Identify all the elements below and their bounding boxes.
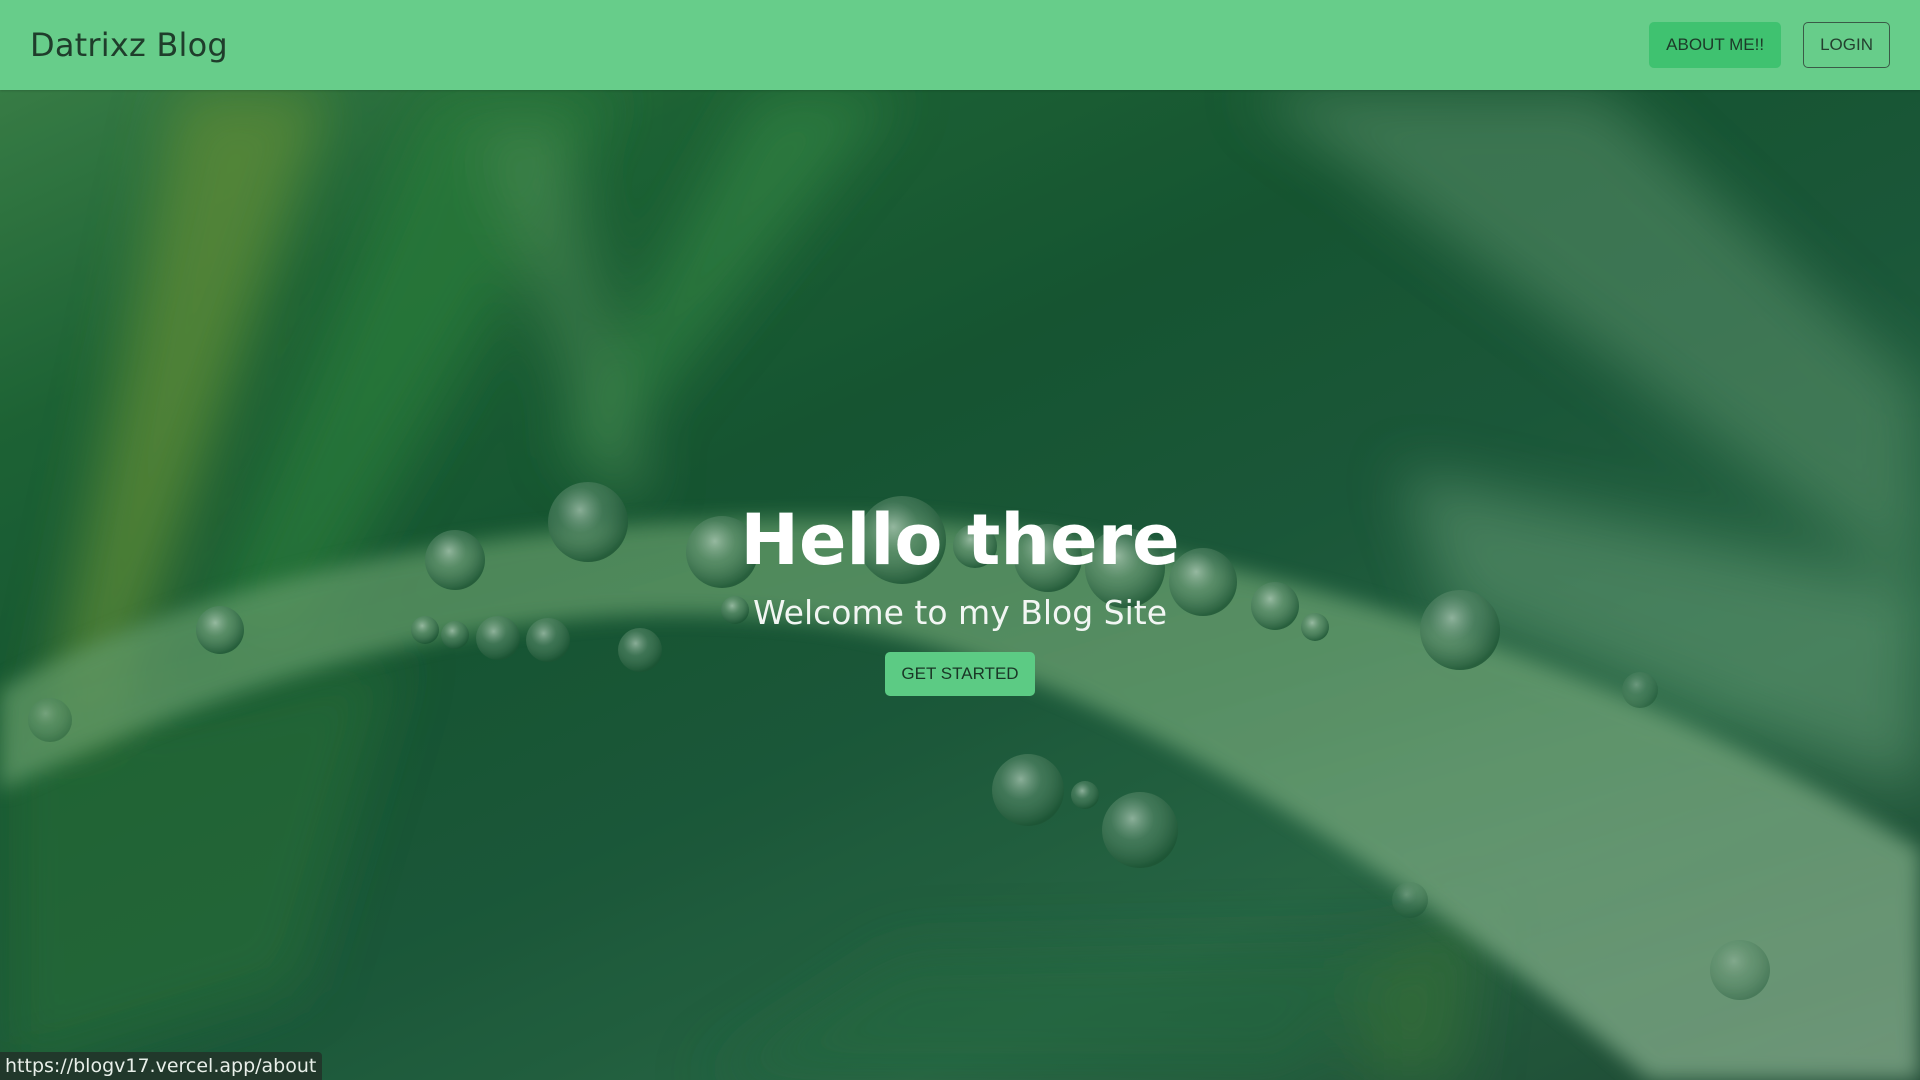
about-me-button[interactable]: ABOUT ME!! [1649,22,1782,68]
navbar: Datrixz Blog ABOUT ME!! LOGIN [0,0,1920,90]
nav-actions: ABOUT ME!! LOGIN [1649,22,1890,68]
hero-subtitle: Welcome to my Blog Site [752,593,1167,632]
get-started-button[interactable]: GET STARTED [885,652,1035,696]
hero-section: Hello there Welcome to my Blog Site GET … [0,90,1920,1080]
hero-content: Hello there Welcome to my Blog Site GET … [0,90,1920,1080]
status-bar-url: https://blogv17.vercel.app/about [0,1052,323,1080]
hero-title: Hello there [740,499,1180,581]
brand-link[interactable]: Datrixz Blog [30,26,228,64]
login-button[interactable]: LOGIN [1803,22,1890,68]
